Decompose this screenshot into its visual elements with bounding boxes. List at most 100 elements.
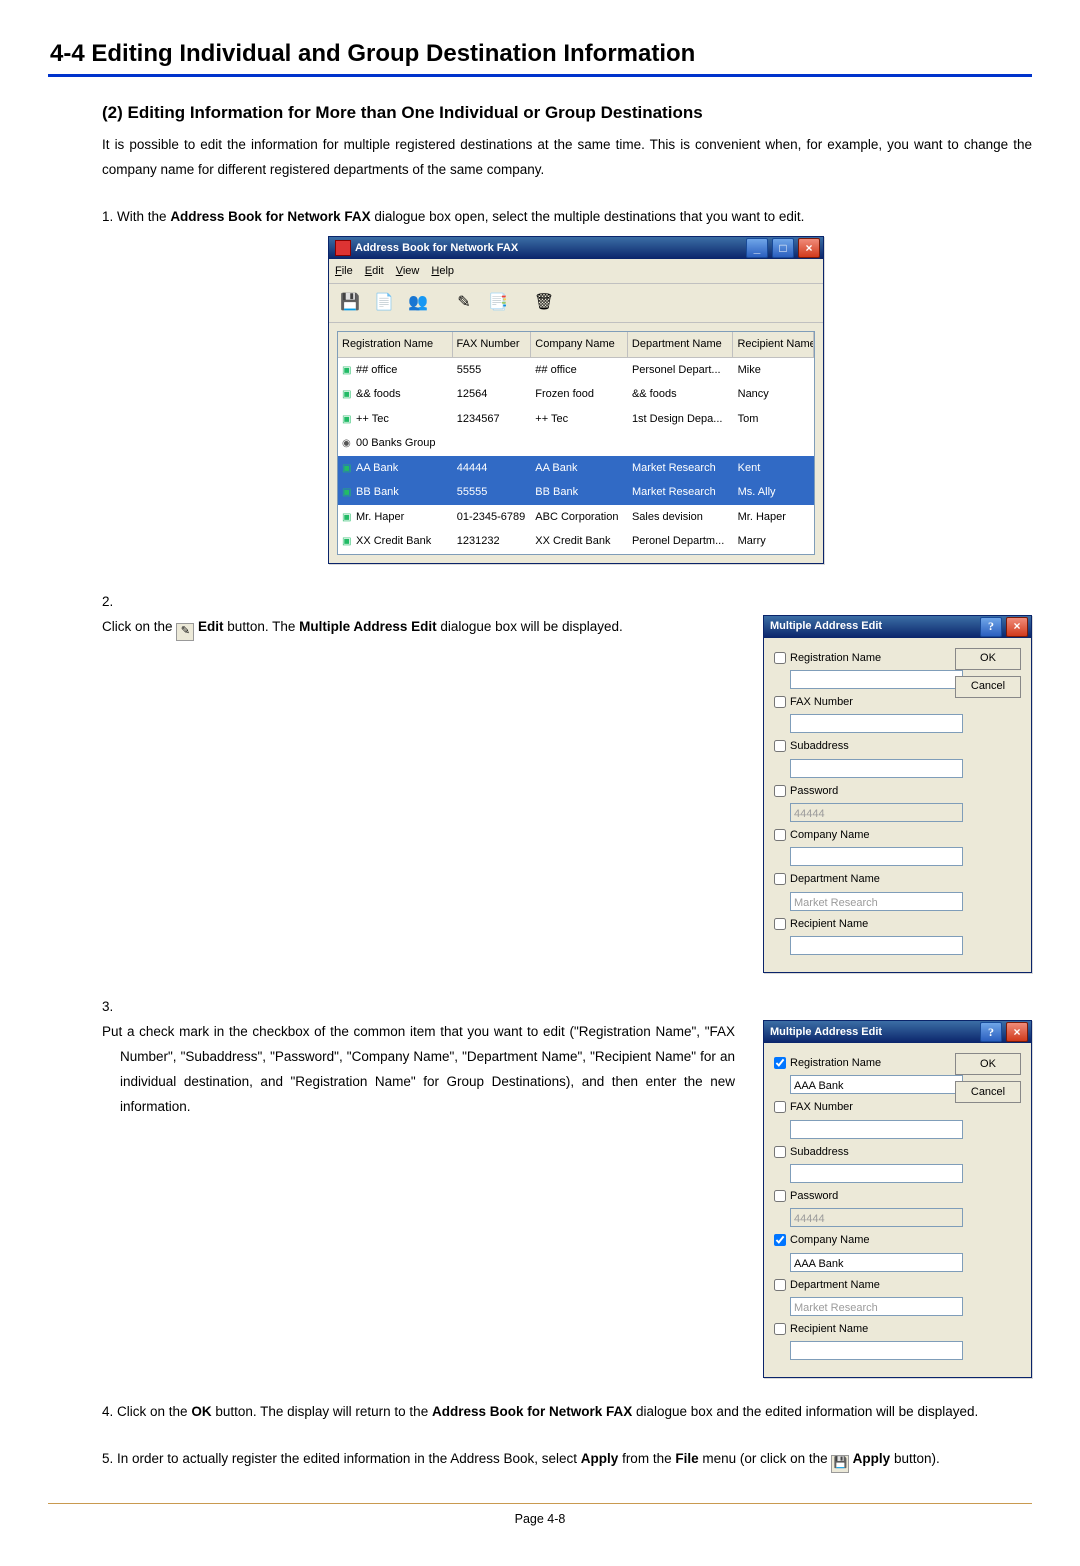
group-icon[interactable]: 👥 bbox=[403, 288, 433, 318]
label-recipient-name: Recipient Name bbox=[790, 1319, 868, 1339]
label-company-name: Company Name bbox=[790, 1230, 869, 1250]
inp-recipient-name[interactable] bbox=[790, 936, 963, 955]
step-4: Click on the OK button. The display will… bbox=[102, 1400, 1032, 1425]
col-company-name[interactable]: Company Name bbox=[531, 332, 628, 356]
label-fax-number: FAX Number bbox=[790, 692, 853, 712]
minimize-button[interactable]: _ bbox=[746, 238, 768, 258]
table-row[interactable]: ▣&& foods12564Frozen food&& foodsNancy bbox=[338, 382, 814, 407]
chk-department-name[interactable] bbox=[774, 873, 786, 885]
text: button). bbox=[890, 1451, 940, 1466]
menu-bar: File Edit View Help bbox=[329, 259, 823, 284]
help-button[interactable]: ? bbox=[980, 1022, 1002, 1042]
ok-button[interactable]: OK bbox=[955, 648, 1021, 670]
label-registration-name: Registration Name bbox=[790, 648, 881, 668]
menu-help[interactable]: Help bbox=[431, 261, 454, 281]
inp-password[interactable]: 44444 bbox=[790, 803, 963, 822]
address-book-window: Address Book for Network FAX _ □ × File … bbox=[328, 236, 824, 564]
title-rule bbox=[48, 74, 1032, 77]
chk-fax-number[interactable] bbox=[774, 696, 786, 708]
chk-subaddress[interactable] bbox=[774, 740, 786, 752]
intro-paragraph: It is possible to edit the information f… bbox=[48, 133, 1032, 183]
inp-company-name[interactable]: AAA Bank bbox=[790, 1253, 963, 1272]
col-department-name[interactable]: Department Name bbox=[628, 332, 734, 356]
table-row[interactable]: ▣AA Bank44444AA BankMarket ResearchKent bbox=[338, 456, 814, 481]
inp-password[interactable]: 44444 bbox=[790, 1208, 963, 1227]
inp-company-name[interactable] bbox=[790, 847, 963, 866]
page-number: Page 4-8 bbox=[48, 1512, 1032, 1526]
inp-subaddress[interactable] bbox=[790, 1164, 963, 1183]
text: dialogue box and the edited information … bbox=[632, 1404, 978, 1419]
help-button[interactable]: ? bbox=[980, 617, 1002, 637]
text-bold: File bbox=[675, 1451, 698, 1466]
chk-recipient-name[interactable] bbox=[774, 918, 786, 930]
multiple-address-edit-dialog-edited: Multiple Address Edit ? × OK Cancel Regi… bbox=[763, 1020, 1032, 1378]
edit-icon[interactable]: ✎ bbox=[449, 288, 479, 318]
chk-department-name[interactable] bbox=[774, 1279, 786, 1291]
chk-registration-name[interactable] bbox=[774, 652, 786, 664]
menu-file[interactable]: File bbox=[335, 261, 353, 281]
inp-subaddress[interactable] bbox=[790, 759, 963, 778]
inp-registration-name[interactable]: AAA Bank bbox=[790, 1075, 963, 1094]
label-password: Password bbox=[790, 781, 838, 801]
close-button[interactable]: × bbox=[1006, 1022, 1028, 1042]
label-password: Password bbox=[790, 1186, 838, 1206]
label-fax-number: FAX Number bbox=[790, 1097, 853, 1117]
close-button[interactable]: × bbox=[798, 238, 820, 258]
col-fax-number[interactable]: FAX Number bbox=[453, 332, 532, 356]
footer-rule bbox=[48, 1503, 1032, 1504]
maximize-button[interactable]: □ bbox=[772, 238, 794, 258]
close-button[interactable]: × bbox=[1006, 617, 1028, 637]
table-row[interactable]: ◉00 Banks Group bbox=[338, 431, 814, 456]
text: from the bbox=[618, 1451, 675, 1466]
label-department-name: Department Name bbox=[790, 869, 880, 889]
inp-department-name[interactable]: Market Research bbox=[790, 892, 963, 911]
text: With the bbox=[117, 209, 170, 224]
chk-recipient-name[interactable] bbox=[774, 1323, 786, 1335]
text: dialogue box open, select the multiple d… bbox=[371, 209, 805, 224]
save-icon[interactable]: 💾 bbox=[335, 288, 365, 318]
chk-subaddress[interactable] bbox=[774, 1146, 786, 1158]
multi-edit-icon[interactable]: 📑 bbox=[483, 288, 513, 318]
label-company-name: Company Name bbox=[790, 825, 869, 845]
table-row[interactable]: ▣## office5555## officePersonel Depart..… bbox=[338, 358, 814, 383]
text: button. The display will return to the bbox=[212, 1404, 432, 1419]
chk-fax-number[interactable] bbox=[774, 1101, 786, 1113]
inp-fax-number[interactable] bbox=[790, 1120, 963, 1139]
label-subaddress: Subaddress bbox=[790, 1142, 849, 1162]
label-recipient-name: Recipient Name bbox=[790, 914, 868, 934]
chk-company-name[interactable] bbox=[774, 829, 786, 841]
menu-view[interactable]: View bbox=[396, 261, 420, 281]
step-3: Put a check mark in the checkbox of the … bbox=[102, 995, 1032, 1378]
menu-edit[interactable]: Edit bbox=[365, 261, 384, 281]
cancel-button[interactable]: Cancel bbox=[955, 1081, 1021, 1103]
chk-password[interactable] bbox=[774, 785, 786, 797]
inp-recipient-name[interactable] bbox=[790, 1341, 963, 1360]
text: Put a check mark in the checkbox of the … bbox=[102, 1024, 735, 1114]
ok-button[interactable]: OK bbox=[955, 1053, 1021, 1075]
table-row[interactable]: ▣BB Bank55555BB BankMarket ResearchMs. A… bbox=[338, 480, 814, 505]
col-recipient-name[interactable]: Recipient Name bbox=[733, 332, 814, 356]
inp-fax-number[interactable] bbox=[790, 714, 963, 733]
app-icon bbox=[335, 240, 351, 256]
edit-inline-icon: ✎ bbox=[176, 623, 194, 641]
chk-registration-name[interactable] bbox=[774, 1057, 786, 1069]
table-row[interactable]: ▣++ Tec1234567++ Tec1st Design Depa...To… bbox=[338, 407, 814, 432]
chk-company-name[interactable] bbox=[774, 1234, 786, 1246]
multiple-address-edit-dialog-initial: Multiple Address Edit ? × OK Cancel Regi… bbox=[763, 615, 1032, 973]
destination-list: Registration Name FAX Number Company Nam… bbox=[337, 331, 815, 554]
section-title: 4-4 Editing Individual and Group Destina… bbox=[48, 40, 1032, 68]
label-registration-name: Registration Name bbox=[790, 1053, 881, 1073]
inp-registration-name[interactable] bbox=[790, 670, 963, 689]
table-row[interactable]: ▣XX Credit Bank1231232XX Credit BankPero… bbox=[338, 529, 814, 554]
inp-department-name[interactable]: Market Research bbox=[790, 1297, 963, 1316]
sub-title: (2) Editing Information for More than On… bbox=[48, 103, 1032, 123]
delete-icon[interactable]: 🗑 bbox=[529, 288, 559, 318]
step-1: With the Address Book for Network FAX di… bbox=[102, 205, 1032, 564]
dialog-title: Multiple Address Edit bbox=[770, 616, 882, 636]
cancel-button[interactable]: Cancel bbox=[955, 676, 1021, 698]
text-bold: Edit bbox=[194, 619, 223, 634]
new-icon[interactable]: 📄 bbox=[369, 288, 399, 318]
table-row[interactable]: ▣Mr. Haper01-2345-6789ABC CorporationSal… bbox=[338, 505, 814, 530]
col-registration-name[interactable]: Registration Name bbox=[338, 332, 453, 356]
chk-password[interactable] bbox=[774, 1190, 786, 1202]
